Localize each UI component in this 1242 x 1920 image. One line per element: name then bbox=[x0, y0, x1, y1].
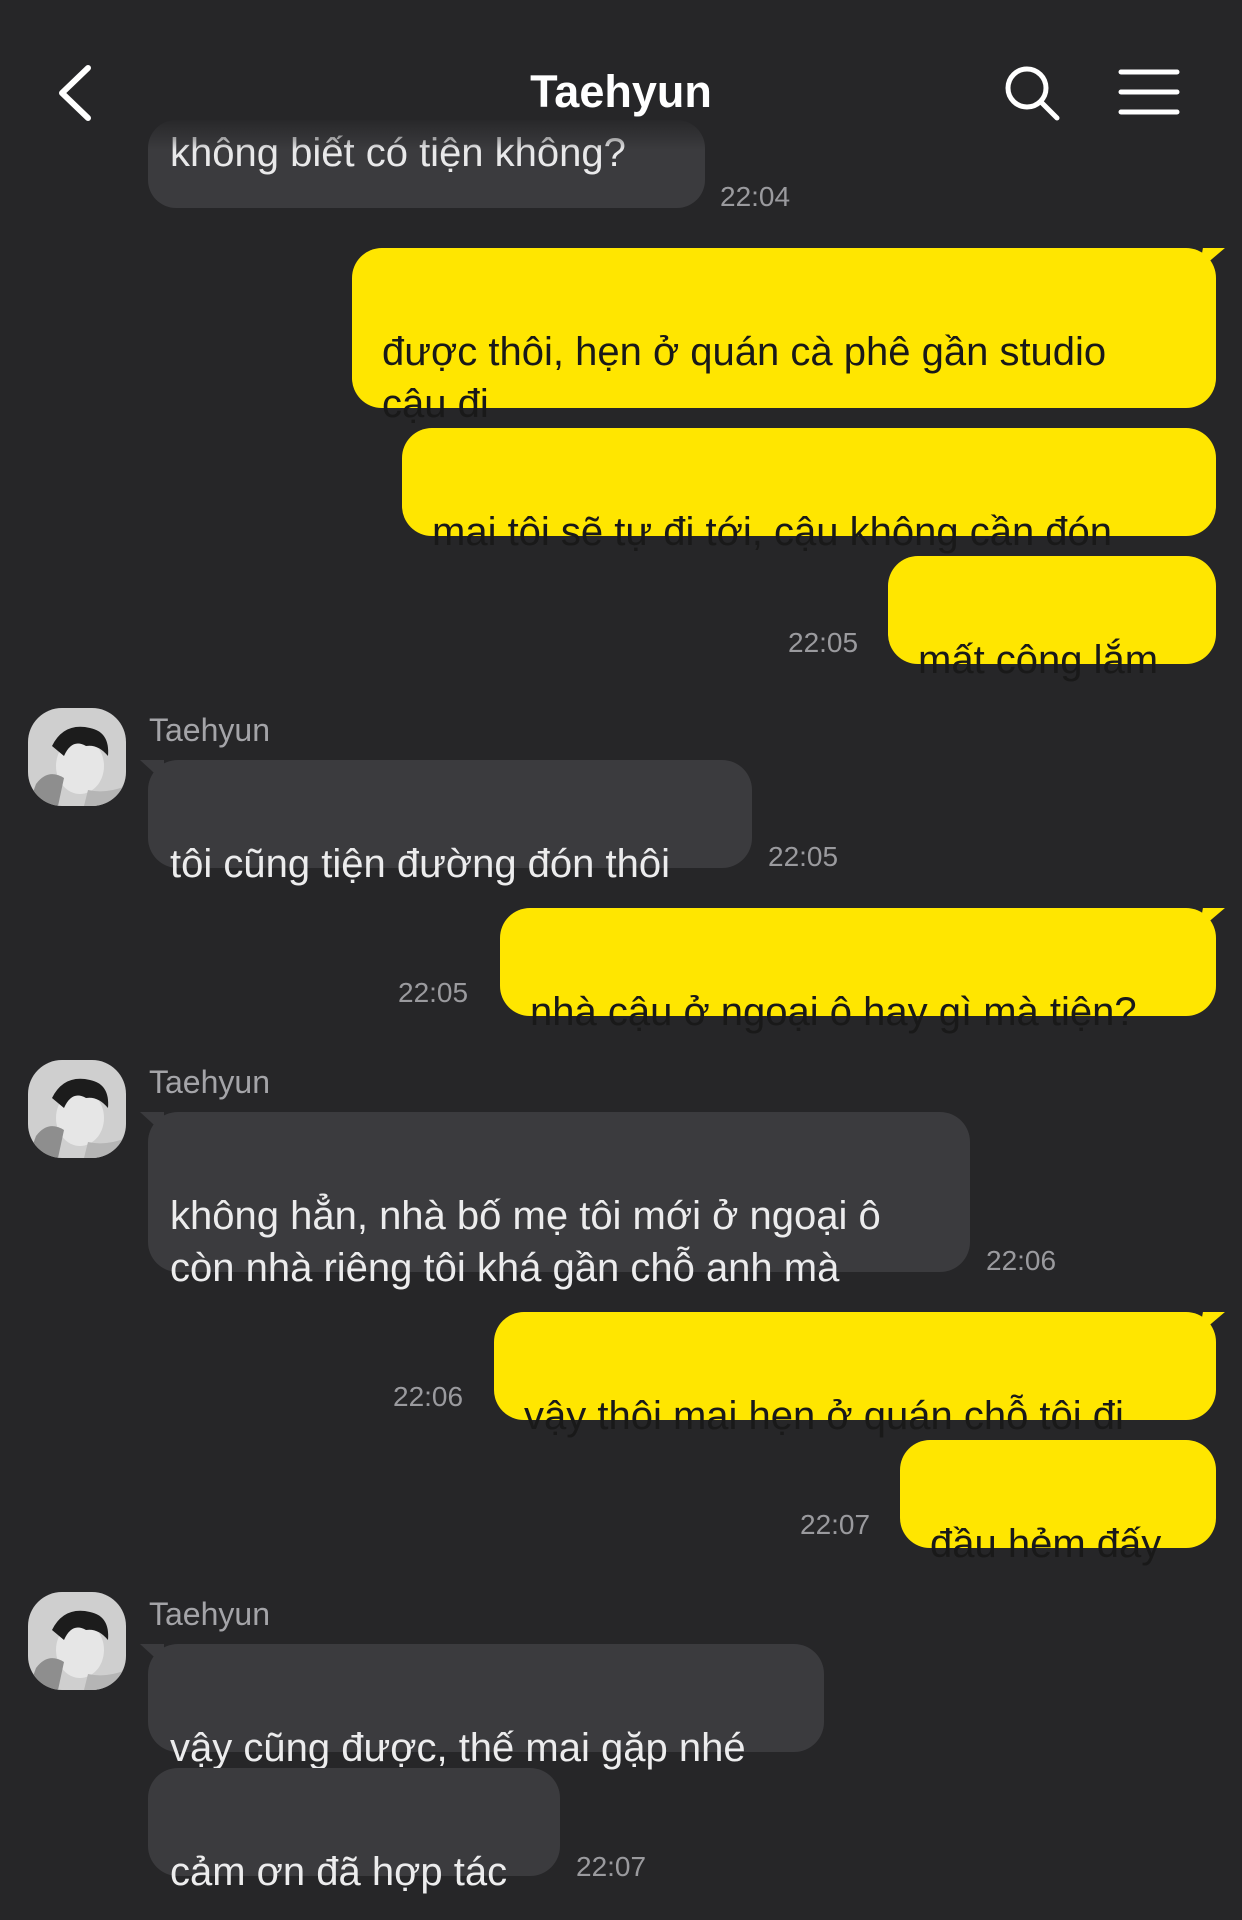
outgoing-message[interactable]: mai tôi sẽ tự đi tới, cậu không cần đón bbox=[402, 428, 1216, 554]
search-icon[interactable] bbox=[1003, 64, 1061, 122]
message-text: tôi cũng tiện đường đón thôi bbox=[170, 842, 671, 886]
timestamp: 22:05 bbox=[398, 977, 469, 1008]
timestamp: 22:04 bbox=[720, 181, 791, 212]
avatar[interactable] bbox=[28, 1592, 126, 1690]
timestamp: 22:06 bbox=[986, 1245, 1057, 1276]
avatar-photo bbox=[28, 1060, 126, 1158]
avatar[interactable] bbox=[28, 1060, 126, 1158]
message-text: vậy thôi mai hẹn ở quán chỗ tôi đi bbox=[524, 1394, 1124, 1438]
timestamp: 22:05 bbox=[768, 841, 839, 872]
incoming-message[interactable]: cảm ơn đã hợp tác bbox=[148, 1768, 560, 1894]
incoming-message[interactable]: vậy cũng được, thế mai gặp nhé bbox=[140, 1644, 824, 1770]
outgoing-message[interactable]: vậy thôi mai hẹn ở quán chỗ tôi đi bbox=[494, 1312, 1216, 1438]
outgoing-message[interactable]: được thôi, hẹn ở quán cà phê gần studio … bbox=[352, 248, 1216, 426]
outgoing-message[interactable]: đầu hẻm đấy bbox=[900, 1440, 1216, 1566]
timestamp: 22:06 bbox=[393, 1381, 464, 1412]
chat-header: Taehyun bbox=[0, 0, 1242, 150]
timestamp: 22:07 bbox=[576, 1851, 647, 1882]
sender-name: Taehyun bbox=[149, 1596, 270, 1632]
chat-screen: concept không biết có tiện không? 22:04 … bbox=[0, 0, 1242, 1920]
avatar-photo bbox=[28, 1592, 126, 1690]
avatar[interactable] bbox=[28, 708, 126, 806]
timestamp: 22:07 bbox=[800, 1509, 871, 1540]
message-text: được thôi, hẹn ở quán cà phê gần studio … bbox=[382, 330, 1107, 426]
timestamp: 22:05 bbox=[788, 627, 859, 658]
outgoing-message[interactable]: nhà cậu ở ngoại ô hay gì mà tiện? bbox=[500, 908, 1216, 1034]
sender-name: Taehyun bbox=[149, 1064, 270, 1100]
hamburger-menu-icon[interactable] bbox=[1118, 68, 1180, 116]
incoming-message[interactable]: tôi cũng tiện đường đón thôi bbox=[140, 760, 752, 886]
message-text: vậy cũng được, thế mai gặp nhé bbox=[170, 1726, 746, 1770]
message-text: cảm ơn đã hợp tác bbox=[170, 1850, 508, 1894]
outgoing-message[interactable]: mất công lắm bbox=[888, 556, 1216, 682]
message-text: đầu hẻm đấy bbox=[930, 1522, 1162, 1566]
incoming-message[interactable]: không hẳn, nhà bố mẹ tôi mới ở ngoại ô c… bbox=[140, 1112, 970, 1290]
message-text: mất công lắm bbox=[918, 638, 1159, 682]
message-text: nhà cậu ở ngoại ô hay gì mà tiện? bbox=[530, 990, 1137, 1034]
message-text: không hẳn, nhà bố mẹ tôi mới ở ngoại ô c… bbox=[170, 1194, 881, 1290]
sender-name: Taehyun bbox=[149, 712, 270, 748]
avatar-photo bbox=[28, 708, 126, 806]
message-text: mai tôi sẽ tự đi tới, cậu không cần đón bbox=[432, 510, 1113, 554]
